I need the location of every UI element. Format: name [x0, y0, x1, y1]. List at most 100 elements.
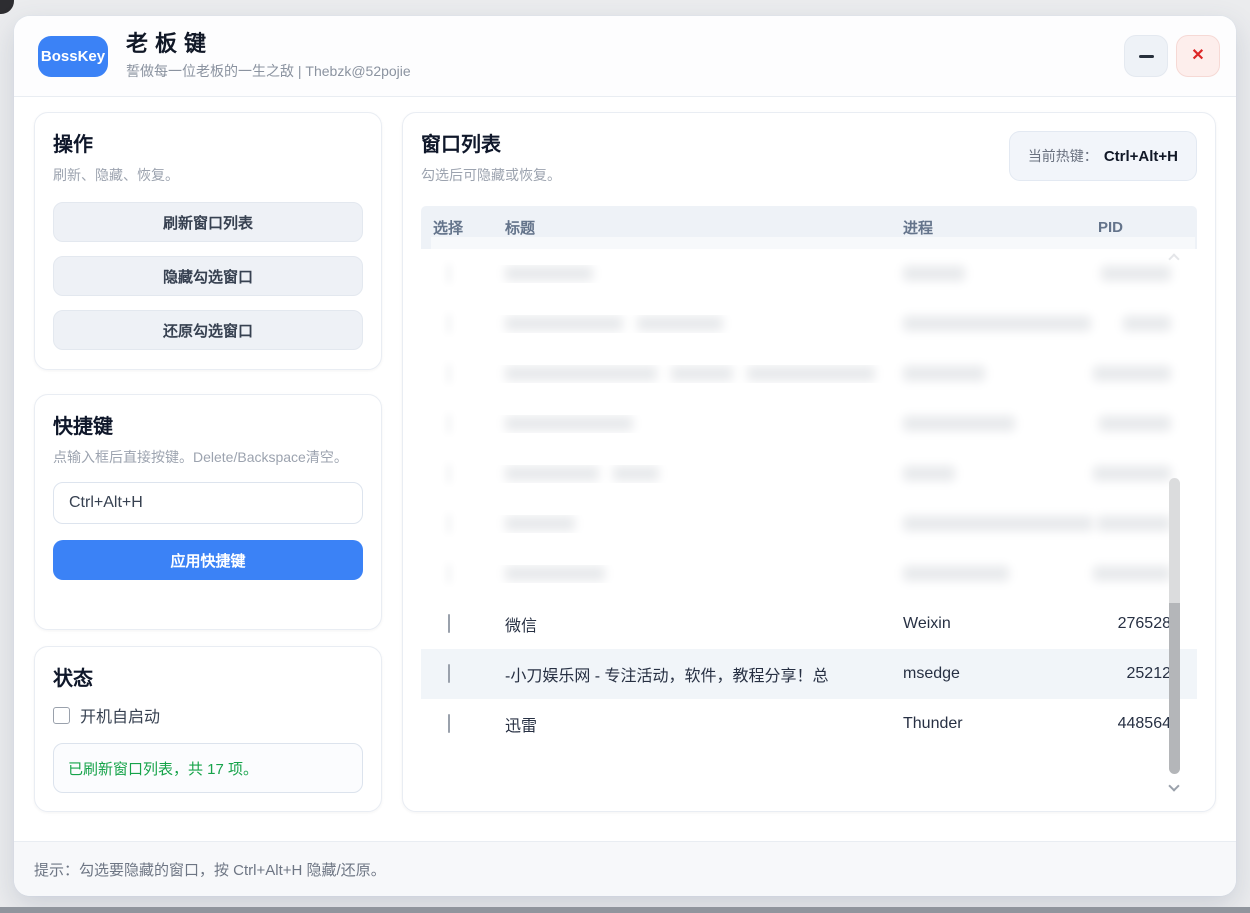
table-row [421, 249, 1197, 299]
select-cell [433, 465, 493, 483]
column-header-pid: PID [1073, 219, 1183, 236]
window-list-title-block: 窗口列表 勾选后可隐藏或恢复。 [421, 131, 561, 186]
minimize-button[interactable] [1124, 35, 1168, 77]
window-title-cell: -小刀娱乐网 - 专注活动，软件，教程分享！总 [493, 662, 903, 686]
redacted-process-cell [903, 315, 1073, 333]
window-list-title: 窗口列表 [421, 131, 561, 159]
restore-checked-windows-button[interactable]: 还原勾选窗口 [53, 310, 363, 350]
table-row: 微信Weixin276528 [421, 599, 1197, 649]
process-cell: Weixin [903, 615, 1073, 633]
current-hotkey-label: 当前热键： [1028, 146, 1098, 166]
app-window: BossKey 老板键 誓做每一位老板的一生之敌 | Thebzk@52poji… [14, 16, 1236, 896]
redacted-title-cell [493, 465, 903, 483]
redacted-text-blob [1101, 266, 1171, 281]
desktop: { "app": { "logo_text": "BossKey", "titl… [0, 0, 1250, 913]
redacted-text-blob [1099, 416, 1171, 431]
taskbar-edge [0, 907, 1250, 913]
redacted-checkbox [448, 264, 450, 283]
redacted-checkbox [448, 464, 450, 483]
select-cell [433, 615, 493, 633]
content-area: 操作 刷新、隐藏、恢复。 刷新窗口列表 隐藏勾选窗口 还原勾选窗口 快捷键 点输… [14, 97, 1236, 841]
column-header-select: 选择 [433, 217, 493, 238]
select-cell [433, 565, 493, 583]
redacted-text-blob [505, 466, 599, 481]
table-row [421, 449, 1197, 499]
status-card: 状态 开机自启动 已刷新窗口列表，共 17 项。 [34, 646, 382, 812]
select-cell [433, 715, 493, 733]
select-cell [433, 415, 493, 433]
table-row: 迅雷Thunder448564 [421, 699, 1197, 749]
redacted-pid-cell [1073, 565, 1183, 583]
pid-cell: 448564 [1073, 715, 1183, 733]
row-checkbox[interactable] [448, 614, 450, 633]
footer-tip: 提示：勾选要隐藏的窗口，按 Ctrl+Alt+H 隐藏/还原。 [34, 859, 386, 880]
window-list-card: 窗口列表 勾选后可隐藏或恢复。 当前热键： Ctrl+Alt+H 选择 标题 进… [402, 112, 1216, 812]
window-list-subtitle: 勾选后可隐藏或恢复。 [421, 165, 561, 186]
apply-hotkey-button[interactable]: 应用快捷键 [53, 540, 363, 580]
redacted-text-blob [1123, 316, 1171, 331]
redacted-text-blob [613, 466, 659, 481]
redacted-text-blob [1093, 566, 1171, 581]
redacted-text-blob [903, 566, 1009, 581]
redacted-process-cell [903, 515, 1073, 533]
hotkey-input[interactable] [53, 482, 363, 524]
redacted-checkbox [448, 414, 450, 433]
table-row [421, 549, 1197, 599]
table-row [421, 399, 1197, 449]
refresh-window-list-button[interactable]: 刷新窗口列表 [53, 202, 363, 242]
scrollbar-thumb[interactable] [1169, 478, 1180, 774]
status-message: 已刷新窗口列表，共 17 项。 [68, 758, 258, 779]
table-header-row: 选择 标题 进程 PID [421, 206, 1197, 249]
close-button[interactable]: ✕ [1176, 35, 1220, 77]
left-panel: 操作 刷新、隐藏、恢复。 刷新窗口列表 隐藏勾选窗口 还原勾选窗口 快捷键 点输… [34, 112, 382, 841]
select-cell [433, 365, 493, 383]
window-title-cell: 迅雷 [493, 712, 903, 736]
pid-cell: 25212 [1073, 665, 1183, 683]
redacted-title-cell [493, 315, 903, 333]
operations-card: 操作 刷新、隐藏、恢复。 刷新窗口列表 隐藏勾选窗口 还原勾选窗口 [34, 112, 382, 370]
process-cell: msedge [903, 665, 1073, 683]
table-row: -小刀娱乐网 - 专注活动，软件，教程分享！总msedge25212 [421, 649, 1197, 699]
redacted-text-blob [505, 266, 593, 281]
redacted-title-cell [493, 365, 903, 383]
redacted-text-blob [903, 516, 1093, 531]
select-cell [433, 665, 493, 683]
app-title-block: 老板键 誓做每一位老板的一生之敌 | Thebzk@52pojie [126, 31, 411, 81]
redacted-process-cell [903, 415, 1073, 433]
hotkey-card: 快捷键 点输入框后直接按键。Delete/Backspace清空。 应用快捷键 [34, 394, 382, 630]
hotkey-title: 快捷键 [53, 413, 363, 441]
redacted-text-blob [903, 366, 985, 381]
chevron-up-icon [1168, 253, 1179, 264]
row-checkbox[interactable] [448, 664, 450, 683]
table-rows: 微信Weixin276528-小刀娱乐网 - 专注活动，软件，教程分享！总mse… [421, 249, 1197, 749]
current-hotkey-value: Ctrl+Alt+H [1104, 148, 1178, 165]
redacted-title-cell [493, 515, 903, 533]
redacted-text-blob [505, 366, 657, 381]
redacted-text-blob [637, 316, 723, 331]
autostart-label: 开机自启动 [80, 703, 160, 727]
redacted-title-cell [493, 265, 903, 283]
pid-cell: 276528 [1073, 615, 1183, 633]
status-message-box: 已刷新窗口列表，共 17 项。 [53, 743, 363, 793]
redacted-text-blob [505, 416, 633, 431]
redacted-process-cell [903, 465, 1073, 483]
redacted-text-blob [505, 566, 605, 581]
app-title: 老板键 [126, 31, 411, 57]
autostart-row[interactable]: 开机自启动 [53, 703, 363, 727]
redacted-text-blob [747, 366, 875, 381]
redacted-pid-cell [1073, 415, 1183, 433]
table-row [421, 499, 1197, 549]
column-header-title: 标题 [493, 217, 903, 238]
row-checkbox[interactable] [448, 714, 450, 733]
redacted-checkbox [448, 514, 450, 533]
autostart-checkbox[interactable] [53, 707, 70, 724]
column-header-process: 进程 [903, 217, 1073, 238]
redacted-text-blob [1097, 516, 1171, 531]
redacted-checkbox [448, 364, 450, 383]
redacted-pid-cell [1073, 265, 1183, 283]
operations-subtitle: 刷新、隐藏、恢复。 [53, 165, 363, 186]
hide-checked-windows-button[interactable]: 隐藏勾选窗口 [53, 256, 363, 296]
redacted-text-blob [903, 316, 1091, 331]
select-cell [433, 315, 493, 333]
scrollbar[interactable] [1169, 251, 1181, 796]
